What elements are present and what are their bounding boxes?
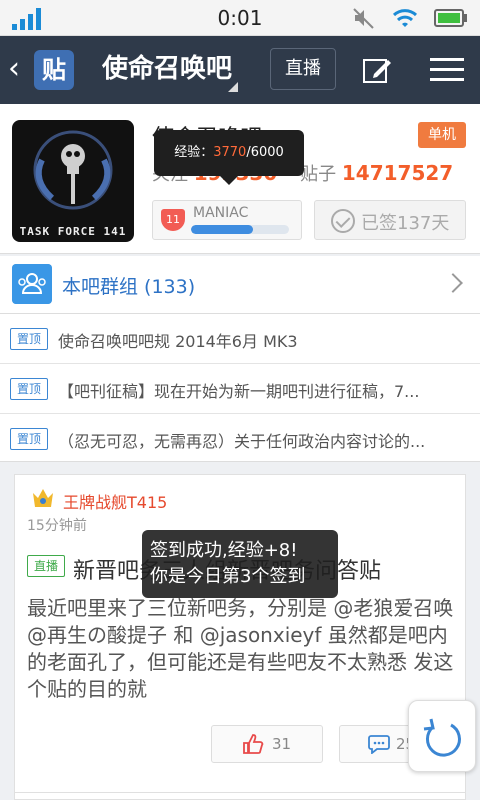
posts-count: 14717527 [341, 161, 454, 185]
pinned-item[interactable]: 置顶 使命召唤吧吧规 2014年6月 MK3 [0, 314, 480, 364]
pinned-list: 置顶 使命召唤吧吧规 2014年6月 MK3 置顶 【吧刊征稿】现在开始为新一期… [0, 314, 480, 462]
refresh-button[interactable] [408, 700, 476, 772]
chevron-right-icon [443, 273, 463, 293]
group-icon [12, 264, 52, 304]
forum-avatar: TASK FORCE 141 [12, 120, 134, 242]
wifi-icon [392, 9, 418, 27]
skull-emblem-icon [33, 130, 113, 210]
mute-icon [353, 8, 374, 29]
crown-icon [33, 489, 53, 507]
pinned-tag: 置顶 [10, 378, 48, 400]
level-name: MANIAC [193, 205, 249, 221]
forum-info-card: TASK FORCE 141 使命召唤吧 单机 关注 192330 贴子 147… [0, 104, 480, 254]
like-button[interactable]: 31 [211, 725, 323, 763]
refresh-icon [423, 718, 461, 757]
pinned-item[interactable]: 置顶 （忍无可忍，无需再忍）关于任何政治内容讨论的... [0, 414, 480, 464]
pinned-title: （忍无可忍，无需再忍）关于任何政治内容讨论的... [58, 432, 426, 451]
battery-icon [434, 9, 467, 27]
toast-line-1: 签到成功,经验+8! [150, 540, 298, 561]
post-time: 15分钟前 [27, 518, 87, 534]
exp-current: 3770 [213, 145, 247, 160]
menu-icon[interactable] [430, 58, 464, 82]
status-bar: 0:01 [0, 0, 480, 36]
exp-tooltip: 经验：3770/6000 [154, 130, 304, 185]
compose-icon[interactable] [362, 56, 392, 84]
pinned-title: 【吧刊征稿】现在开始为新一期吧刊进行征稿，7... [58, 382, 420, 401]
post-author[interactable]: 王牌战舰T415 [63, 489, 167, 513]
sign-in-button[interactable]: 已签137天 [314, 200, 466, 240]
check-circle-icon [331, 209, 355, 233]
live-tag: 直播 [27, 555, 65, 577]
post-card[interactable]: 王牌战舰T415 15分钟前 直播 新晋吧务三人组新晋吧务问答贴 最近吧里来了三… [14, 474, 466, 796]
exp-total: /6000 [246, 145, 284, 160]
like-count: 31 [272, 735, 292, 753]
sign-in-label: 已签137天 [361, 213, 450, 234]
post-body: 最近吧里来了三位新吧务，分别是 @老狼爱召唤 @再生の酸提子 和 @jasonx… [27, 596, 454, 701]
level-progress-fill [191, 225, 253, 234]
posts-label: 贴子 [300, 164, 337, 185]
exp-label: 经验： [174, 145, 214, 160]
forum-group-row[interactable]: 本吧群组 (133) [0, 256, 480, 314]
pinned-tag: 置顶 [10, 328, 48, 350]
live-button[interactable]: 直播 [270, 48, 336, 90]
group-label: 本吧群组 (133) [62, 276, 196, 298]
pinned-tag: 置顶 [10, 428, 48, 450]
toast-line-2: 你是今日第3个签到 [150, 566, 306, 587]
comment-icon [368, 735, 390, 754]
level-badge: 11 [161, 209, 185, 231]
pinned-title: 使命召唤吧吧规 2014年6月 MK3 [58, 332, 298, 351]
forum-title[interactable]: 使命召唤吧 [102, 52, 232, 86]
level-box[interactable]: 11 MANIAC [152, 200, 302, 240]
avatar-caption: TASK FORCE 141 [19, 225, 127, 238]
next-post-card [14, 792, 466, 800]
sign-in-toast: 签到成功,经验+8! 你是今日第3个签到 [142, 530, 338, 598]
thumbs-up-icon [243, 734, 264, 754]
category-badge: 单机 [418, 122, 466, 148]
tieba-logo: 贴 [34, 50, 74, 90]
app-header: ‹ 贴 使命召唤吧 直播 [0, 36, 480, 104]
title-dropdown-icon [228, 82, 238, 92]
back-button[interactable]: ‹ [8, 52, 20, 86]
pinned-item[interactable]: 置顶 【吧刊征稿】现在开始为新一期吧刊进行征稿，7... [0, 364, 480, 414]
level-progress-bar [191, 225, 289, 234]
